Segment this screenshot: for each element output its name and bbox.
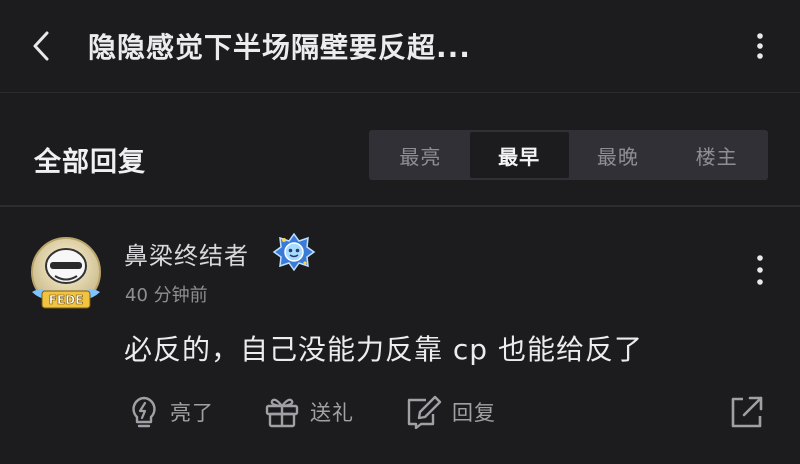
vertical-dots-icon xyxy=(757,33,763,59)
comment-time: 40 分钟前 xyxy=(125,285,208,306)
reply-button[interactable]: 回复 xyxy=(404,392,496,432)
reply-label: 回复 xyxy=(452,401,496,425)
header-divider xyxy=(0,92,800,93)
gift-label: 送礼 xyxy=(310,401,354,425)
edit-icon xyxy=(407,395,442,429)
comment-more-button[interactable] xyxy=(748,252,772,288)
section-title: 全部回复 xyxy=(34,147,146,178)
gift-button[interactable]: 送礼 xyxy=(264,392,354,432)
chevron-left-icon xyxy=(33,31,49,61)
section-divider xyxy=(0,205,800,207)
like-button[interactable]: 亮了 xyxy=(128,392,214,432)
username[interactable]: 鼻梁终结者 xyxy=(124,236,249,271)
share-button[interactable] xyxy=(729,394,765,430)
sort-tab-op[interactable]: 楼主 xyxy=(667,132,766,178)
sort-tab-latest[interactable]: 最晚 xyxy=(569,132,668,178)
avatar-text: FEDE xyxy=(49,293,84,307)
sort-tab-earliest[interactable]: 最早 xyxy=(469,132,569,178)
gift-icon xyxy=(265,398,299,428)
page-title: 隐隐感觉下半场隔壁要反超... xyxy=(88,31,471,64)
like-label: 亮了 xyxy=(170,401,214,425)
lightbulb-icon xyxy=(132,396,156,428)
top-bar: 隐隐感觉下半场隔壁要反超... xyxy=(0,0,800,92)
share-icon xyxy=(731,396,763,428)
avatar[interactable]: FEDE xyxy=(28,236,104,312)
sort-tab-brightest[interactable]: 最亮 xyxy=(371,132,470,178)
user-badge-icon xyxy=(272,232,316,272)
vertical-dots-icon xyxy=(757,255,763,285)
back-button[interactable] xyxy=(26,26,56,66)
comment-text: 必反的，自己没能力反靠 cp 也能给反了 xyxy=(124,333,643,366)
more-options-button[interactable] xyxy=(745,30,775,62)
sort-tabs: 最亮 最早 最晚 楼主 xyxy=(369,130,768,180)
